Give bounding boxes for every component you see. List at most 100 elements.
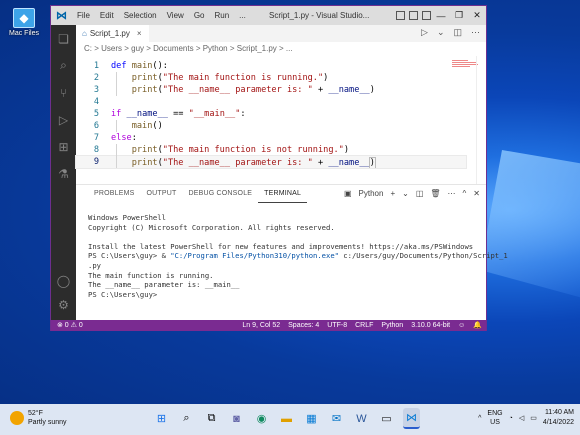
encoding[interactable]: UTF-8 [327,320,347,331]
line-number: 3 [93,85,99,95]
toggle-sidebar-icon[interactable] [396,11,405,20]
panel-actions: ▣ Python + ⌄ ◫ 🗑 ⋯ ^ ✕ [344,189,480,198]
code-line: 3 print("The __name__ parameter is: " + … [76,84,466,96]
line-number: 9 [93,157,99,167]
temperature: 52°F [28,410,43,417]
code-line: 1 def main(): [76,60,466,72]
tab-script-1[interactable]: ⌂ Script_1.py × [76,25,149,42]
interpreter-version[interactable]: 3.10.0 64-bit [411,320,450,331]
split-editor-icon[interactable]: ◫ [453,27,462,38]
terminal-exe-path: "C:/Program Files/Python310/python.exe" [170,251,339,261]
line-endings[interactable]: CRLF [355,320,373,331]
close-panel-icon[interactable]: ✕ [473,189,480,198]
source-control-icon[interactable]: ⑂ [56,85,71,100]
toggle-panel-icon[interactable] [409,11,418,20]
tab-terminal[interactable]: TERMINAL [258,185,308,203]
battery-icon[interactable]: ▭ [530,414,537,422]
mail-icon[interactable]: ✉ [328,408,345,429]
cursor-position[interactable]: Ln 9, Col 52 [242,320,280,331]
task-view-icon[interactable]: ⧉ [203,408,220,429]
clock[interactable]: 11:40 AM 4/14/2022 [543,408,574,428]
terminal-shell-icon: ▣ [343,189,352,198]
settings-gear-icon[interactable]: ⚙ [56,297,71,312]
menu-edit[interactable]: Edit [95,6,119,25]
store-icon[interactable]: ▦ [303,408,320,429]
editor-actions: ▷ ⌄ ◫ ⋯ [421,27,480,38]
menu-file[interactable]: File [72,6,95,25]
run-debug-icon[interactable]: ▷ [56,112,71,127]
file-explorer-icon[interactable]: ▬ [278,408,295,429]
menu-more[interactable]: ... [234,6,251,25]
code-line: 7 else: [76,132,466,144]
menu-go[interactable]: Go [189,6,210,25]
weather-widget[interactable]: 52°F Partly sunny [10,409,67,427]
code-text: print("The main function is not running.… [131,145,350,155]
maximize-panel-icon[interactable]: ^ [463,189,467,198]
wifi-icon[interactable]: ◔ [509,415,513,422]
tray-overflow-icon[interactable]: ^ [478,415,481,422]
maximize-icon[interactable]: ❐ [450,6,468,25]
window-controls: — ❐ ✕ [432,6,486,25]
search-icon[interactable]: ⌕ [56,58,71,73]
language-indicator[interactable]: ENG US [487,409,502,427]
vscode-taskbar-icon[interactable]: ⋈ [403,408,420,429]
terminal-shell-label[interactable]: Python [359,189,384,198]
code-text: if __name__ == "__main__": [111,109,246,119]
word-icon[interactable]: W [353,408,370,429]
run-file-icon[interactable]: ▷ [421,27,428,38]
terminal-output[interactable]: Windows PowerShell Copyright (C) Microso… [88,213,508,299]
start-icon[interactable]: ⊞ [153,408,170,429]
tab-debug-console[interactable]: DEBUG CONSOLE [182,185,258,203]
editor-tab-bar: ⌂ Script_1.py × ▷ ⌄ ◫ ⋯ [76,25,486,42]
toggle-secondary-sidebar-icon[interactable] [422,11,431,20]
window-title: Script_1.py - Visual Studio... [269,11,370,20]
taskbar: 52°F Partly sunny ⊞ ⌕ ⧉ ◙ ◉ ▬ ▦ ✉ W ▭ ⋈ … [0,404,580,435]
layout-controls [396,11,431,20]
menu-selection[interactable]: Selection [119,6,162,25]
code-line: 4 [76,96,466,108]
code-editor[interactable]: 1 def main(): 2 print("The main function… [75,56,486,184]
edge-icon[interactable]: ◉ [253,408,270,429]
new-terminal-icon[interactable]: + [390,189,395,198]
indentation[interactable]: Spaces: 4 [288,320,319,331]
menu-run[interactable]: Run [209,6,234,25]
terminal-icon[interactable]: ▭ [378,408,395,429]
menu-view[interactable]: View [162,6,189,25]
menu-bar: File Edit Selection View Go Run ... [72,6,251,25]
code-line: 5 if __name__ == "__main__": [76,108,466,120]
feedback-icon[interactable]: ☺ [458,320,465,331]
tab-output[interactable]: OUTPUT [141,185,183,203]
text-cursor [374,156,376,168]
line-number: 5 [93,109,99,119]
desktop-icon-label: Mac Files [9,30,39,37]
terminal-dropdown-icon[interactable]: ⌄ [402,189,409,198]
notifications-icon[interactable]: 🔔 [473,320,482,331]
desktop-icon-mac-files[interactable]: ◆ Mac Files [6,8,42,37]
search-icon[interactable]: ⌕ [178,408,195,429]
extensions-icon[interactable]: ⊞ [56,139,71,154]
accounts-icon[interactable]: ◯ [56,273,71,288]
code-line: 8 print("The main function is not runnin… [76,144,466,156]
explorer-icon[interactable]: ❏ [56,31,71,46]
clock-date: 4/14/2022 [542,419,574,426]
language-mode[interactable]: Python [381,320,403,331]
more-actions-icon[interactable]: ⋯ [471,27,480,38]
testing-icon[interactable]: ⚗ [56,166,71,181]
volume-icon[interactable]: ◁ [519,414,524,422]
split-terminal-icon[interactable]: ◫ [416,189,424,198]
status-bar-right: Ln 9, Col 52 Spaces: 4 UTF-8 CRLF Python… [242,320,482,331]
taskbar-apps: ⊞ ⌕ ⧉ ◙ ◉ ▬ ▦ ✉ W ▭ ⋈ [153,408,420,429]
more-actions-icon[interactable]: ⋯ [448,189,456,198]
breadcrumb[interactable]: C: > Users > guy > Documents > Python > … [76,42,486,56]
chat-icon[interactable]: ◙ [228,408,245,429]
run-dropdown-icon[interactable]: ⌄ [437,27,445,38]
kill-terminal-icon[interactable]: 🗑 [430,189,440,198]
editor-scrollbar[interactable] [476,56,486,184]
tab-problems[interactable]: PROBLEMS [88,185,141,203]
tab-close-icon[interactable]: × [137,29,142,38]
close-icon[interactable]: ✕ [468,6,486,25]
title-bar: ⋈ File Edit Selection View Go Run ... Sc… [51,6,486,25]
minimize-icon[interactable]: — [432,6,450,25]
code-text: def main(): [111,61,168,71]
problems-count[interactable]: ⊗ 0 ⚠ 0 [57,320,83,331]
